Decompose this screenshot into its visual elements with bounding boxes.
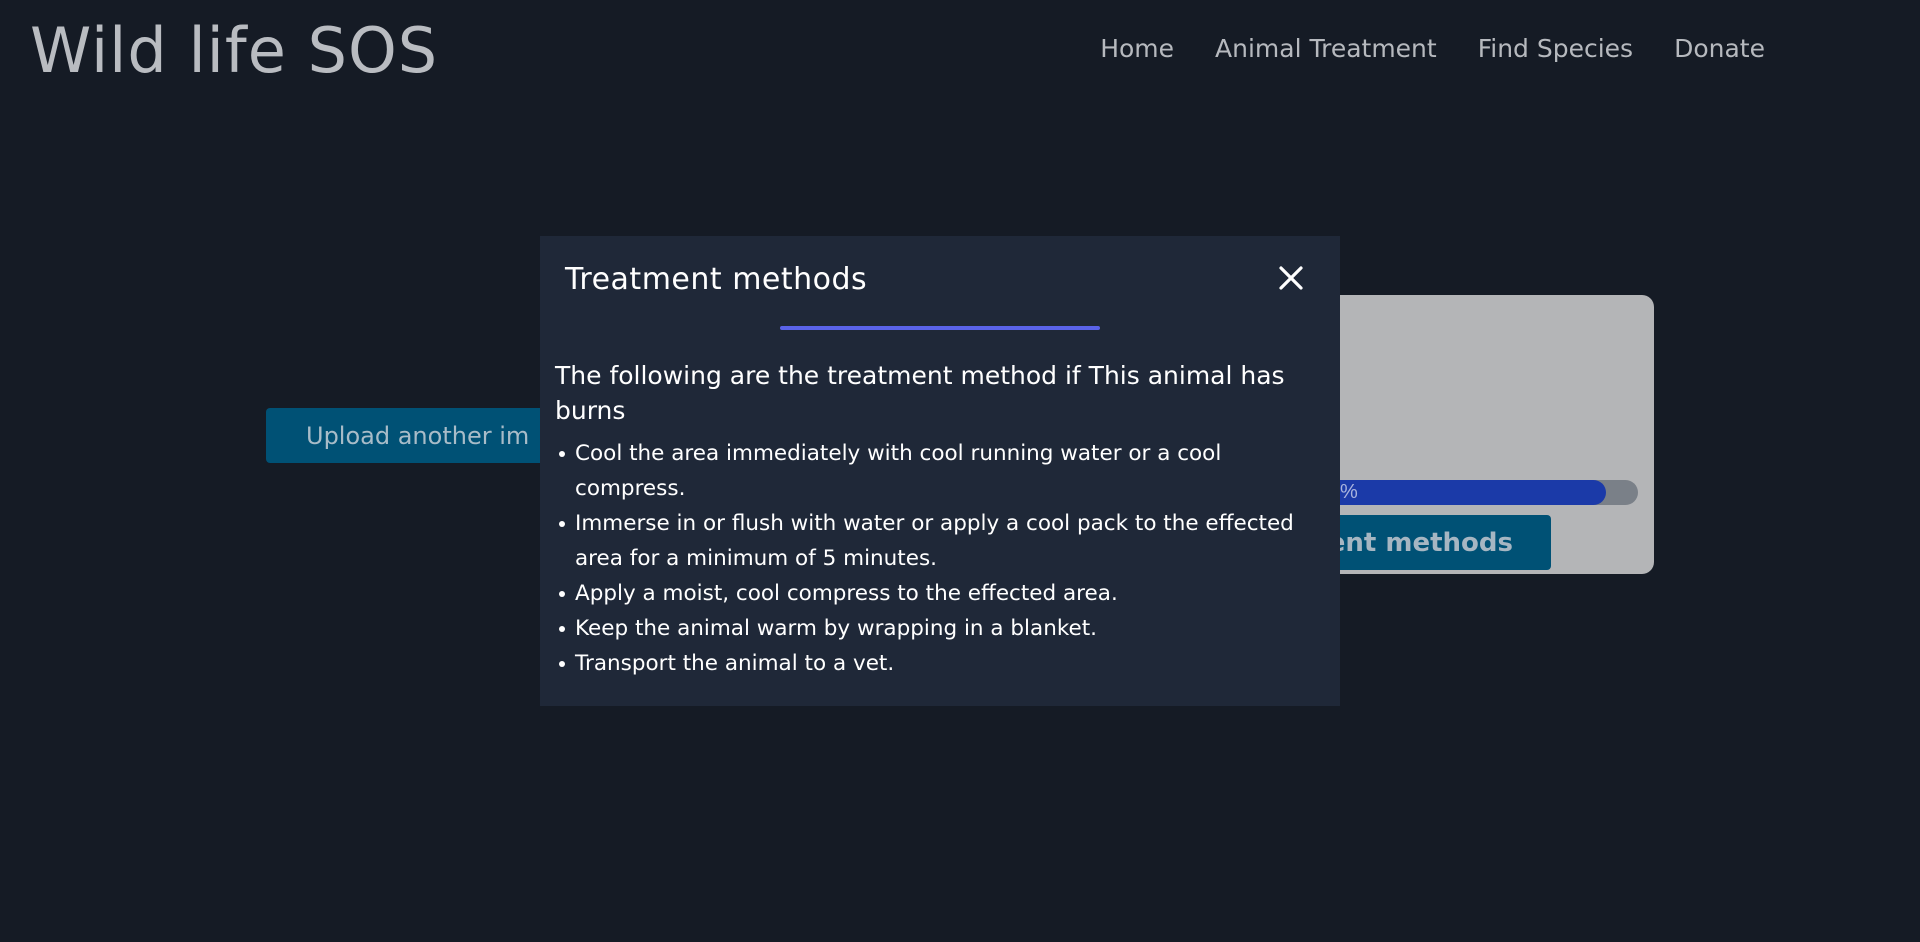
modal-title: Treatment methods — [565, 262, 868, 297]
treatment-methods-modal: Treatment methods The following are the … — [540, 236, 1340, 706]
title-divider — [780, 326, 1100, 330]
treatment-method-item: Cool the area immediately with cool runn… — [559, 436, 1335, 506]
treatment-method-item: Transport the animal to a vet. — [559, 646, 1335, 681]
treatment-method-item: Apply a moist, cool compress to the effe… — [559, 576, 1335, 611]
treatment-methods-list: Cool the area immediately with cool runn… — [555, 436, 1335, 681]
treatment-method-item: Immerse in or flush with water or apply … — [559, 506, 1335, 576]
close-icon[interactable] — [1275, 262, 1307, 294]
modal-body: The following are the treatment method i… — [555, 358, 1335, 681]
treatment-intro: The following are the treatment method i… — [555, 361, 1285, 425]
treatment-method-item: Keep the animal warm by wrapping in a bl… — [559, 611, 1335, 646]
